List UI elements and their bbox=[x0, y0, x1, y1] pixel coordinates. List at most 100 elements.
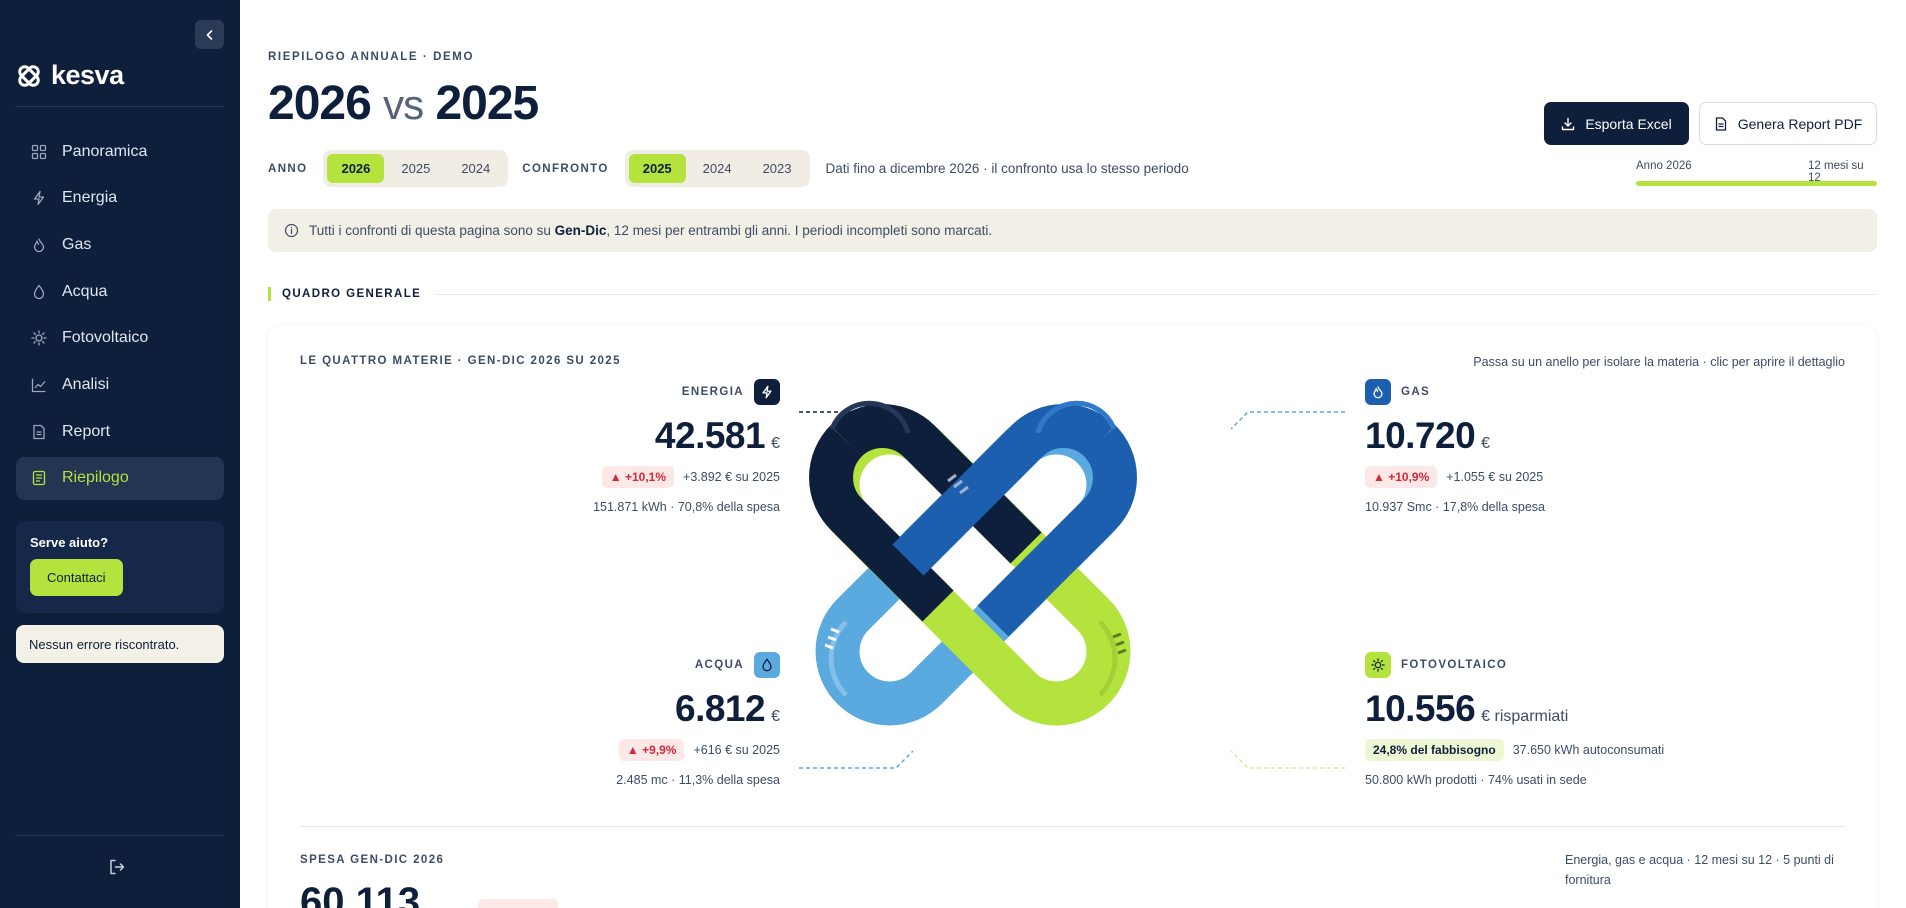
contact-button[interactable]: Contattaci bbox=[30, 559, 123, 596]
sidebar-item-riepilogo[interactable]: Riepilogo bbox=[16, 456, 224, 500]
materials-card: LE QUATTRO MATERIE · GEN-DIC 2026 SU 202… bbox=[268, 325, 1877, 908]
metric-gas[interactable]: GAS 10.720 € ▲ +10,9% +1.055 € su 2025 10.… bbox=[1365, 379, 1665, 514]
sidebar-item-label: Analisi bbox=[62, 375, 110, 393]
change-delta: +616 € su 2025 bbox=[693, 743, 780, 757]
sidebar-divider bbox=[15, 106, 224, 107]
period-progress-bar bbox=[1636, 181, 1877, 186]
anno-option-2026[interactable]: 2026 bbox=[327, 154, 385, 183]
metric-header: FOTOVOLTAICO bbox=[1365, 652, 1705, 678]
logout-icon bbox=[110, 859, 125, 875]
confronto-option-2024[interactable]: 2024 bbox=[689, 154, 746, 183]
materials-knot-graphic[interactable] bbox=[798, 393, 1148, 743]
metric-sub: 151.871 kWh · 70,8% della spesa bbox=[593, 500, 780, 514]
metric-acqua[interactable]: ACQUA 6.812 € ▲ +9,9% +616 € su 2025 2.485… bbox=[520, 652, 780, 787]
sidebar-item-label: Acqua bbox=[62, 282, 108, 300]
metric-fotovoltaico[interactable]: FOTOVOLTAICO 10.556 € risparmiati 24,8% d… bbox=[1365, 652, 1705, 787]
sidebar-item-label: Energia bbox=[62, 189, 118, 207]
flame-icon bbox=[30, 236, 48, 254]
confronto-label: CONFRONTO bbox=[522, 162, 609, 175]
sidebar-item-report[interactable]: Report bbox=[16, 410, 224, 453]
info-banner: Tutti i confronti di questa pagina sono … bbox=[268, 209, 1877, 252]
change-badge: ▲ +10,9% bbox=[1365, 466, 1438, 488]
sidebar: kesva Panoramica Energia Gas Acqua Fotov… bbox=[0, 0, 240, 908]
metric-value: 10.720 € bbox=[1365, 417, 1665, 454]
metric-energia[interactable]: ENERGIA 42.581 € ▲ +10,1% +3.892 € su 2025… bbox=[520, 379, 780, 514]
metric-value-number: 10.720 bbox=[1365, 415, 1476, 456]
document-icon bbox=[30, 423, 48, 441]
info-text-pre: Tutti i confronti di questa pagina sono … bbox=[309, 223, 555, 238]
title-compare-year: 2025 bbox=[435, 77, 539, 130]
confronto-option-2023[interactable]: 2023 bbox=[749, 154, 806, 183]
metric-value: 42.581 € bbox=[520, 417, 780, 454]
error-status: Nessun errore riscontrato. bbox=[16, 625, 224, 663]
sidebar-item-energia[interactable]: Energia bbox=[16, 177, 224, 220]
metric-sub: 2.485 mc · 11,3% della spesa bbox=[616, 773, 780, 787]
filters-row: ANNO 2026 2025 2024 CONFRONTO 2025 2024 … bbox=[268, 150, 1189, 187]
section-header: QUADRO GENERALE bbox=[268, 287, 1877, 301]
generate-pdf-label: Genera Report PDF bbox=[1737, 115, 1863, 132]
sidebar-item-analisi[interactable]: Analisi bbox=[16, 363, 224, 406]
sidebar-item-acqua[interactable]: Acqua bbox=[16, 270, 224, 313]
anno-segmented-control: 2026 2025 2024 bbox=[323, 150, 509, 187]
metric-label: FOTOVOLTAICO bbox=[1401, 659, 1508, 671]
confronto-segmented-control: 2025 2024 2023 bbox=[624, 150, 810, 187]
spend-value: 60.113 bbox=[300, 880, 421, 908]
metric-change: ▲ +9,9% +616 € su 2025 bbox=[520, 739, 780, 761]
section-accent bbox=[268, 287, 271, 301]
info-text-bold: Gen-Dic bbox=[554, 223, 607, 238]
metric-header: ENERGIA bbox=[520, 379, 780, 405]
chart-line-icon bbox=[30, 376, 48, 394]
drop-icon bbox=[30, 283, 48, 301]
change-delta: 37.650 kWh autoconsumati bbox=[1512, 743, 1665, 757]
logo[interactable]: kesva bbox=[15, 60, 124, 91]
kesva-logo-icon bbox=[18, 64, 40, 87]
sidebar-item-gas[interactable]: Gas bbox=[16, 223, 224, 266]
metric-unit: € bbox=[771, 708, 780, 725]
metric-label: ENERGIA bbox=[681, 386, 744, 398]
sidebar-item-label: Report bbox=[62, 422, 111, 440]
sidebar-item-label: Fotovoltaico bbox=[62, 329, 149, 347]
collapse-sidebar-button[interactable] bbox=[195, 20, 224, 49]
sidebar-item-label: Riepilogo bbox=[62, 469, 129, 487]
spend-note: Energia, gas e acqua · 12 mesi su 12 · 5… bbox=[1565, 853, 1834, 887]
metric-sub: 50.800 kWh prodotti · 74% usati in sede bbox=[1365, 773, 1587, 787]
change-delta: +3.892 € su 2025 bbox=[683, 470, 780, 484]
confronto-option-2025[interactable]: 2025 bbox=[628, 154, 686, 183]
period-label: Anno 2026 bbox=[1636, 160, 1692, 172]
bolt-icon bbox=[754, 379, 780, 405]
help-title: Serve aiuto? bbox=[30, 535, 109, 550]
spend-title: SPESA GEN-DIC 2026 bbox=[300, 854, 445, 866]
metric-label: ACQUA bbox=[694, 659, 744, 671]
download-icon bbox=[1562, 117, 1575, 130]
metric-label: GAS bbox=[1401, 386, 1431, 398]
export-excel-button[interactable]: Esporta Excel bbox=[1544, 102, 1689, 145]
section-title: QUADRO GENERALE bbox=[282, 288, 422, 300]
anno-option-2025[interactable]: 2025 bbox=[387, 154, 444, 183]
document-icon bbox=[1715, 116, 1726, 131]
metric-value: 6.812 € bbox=[520, 690, 780, 727]
logout-button[interactable] bbox=[108, 858, 130, 878]
info-icon bbox=[284, 223, 299, 238]
anno-option-2024[interactable]: 2024 bbox=[447, 154, 504, 183]
metric-header: GAS bbox=[1365, 379, 1665, 405]
sidebar-bottom-divider bbox=[15, 835, 224, 836]
page-title: 2026 vs 2025 bbox=[268, 76, 539, 131]
metric-value: 10.556 € risparmiati bbox=[1365, 690, 1705, 727]
generate-pdf-button[interactable]: Genera Report PDF bbox=[1699, 102, 1877, 145]
info-text-post: , 12 mesi per entrambi gli anni. I perio… bbox=[606, 223, 993, 238]
sun-icon bbox=[30, 329, 48, 347]
metric-header: ACQUA bbox=[520, 652, 780, 678]
info-text: Tutti i confronti di questa pagina sono … bbox=[309, 223, 992, 238]
sun-icon bbox=[1365, 652, 1391, 678]
sidebar-item-panoramica[interactable]: Panoramica bbox=[16, 130, 224, 173]
metric-unit: € risparmiati bbox=[1481, 708, 1569, 725]
card-divider bbox=[300, 826, 1845, 827]
app-name: kesva bbox=[51, 60, 124, 90]
title-year: 2026 bbox=[268, 77, 372, 130]
sidebar-item-fotovoltaico[interactable]: Fotovoltaico bbox=[16, 317, 224, 360]
metric-unit: € bbox=[771, 435, 780, 452]
metric-unit: € bbox=[1481, 435, 1491, 452]
export-excel-label: Esporta Excel bbox=[1585, 115, 1672, 132]
flame-icon bbox=[1365, 379, 1391, 405]
sidebar-item-label: Panoramica bbox=[62, 142, 148, 160]
